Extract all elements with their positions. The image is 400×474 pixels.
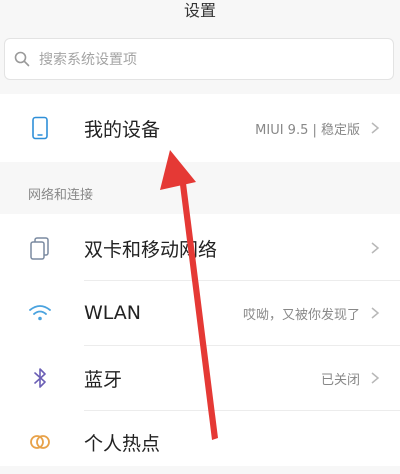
- wlan-label: WLAN: [84, 302, 142, 324]
- bluetooth-label: 蓝牙: [84, 368, 123, 391]
- search-placeholder: 搜索系统设置项: [39, 52, 137, 68]
- bluetooth-value: 已关闭: [320, 372, 360, 388]
- chevron-right-icon: [371, 307, 380, 319]
- wifi-icon: [26, 299, 54, 327]
- section-header-network: 网络和连接: [28, 188, 94, 203]
- wlan-item[interactable]: WLAN 哎呦，又被你发现了: [0, 281, 400, 345]
- phone-icon: [26, 114, 54, 142]
- my-device-value: MIUI 9.5 | 稳定版: [255, 122, 360, 138]
- sim-card-icon: [26, 234, 54, 262]
- search-icon: [5, 38, 39, 80]
- my-device-item[interactable]: 我的设备 MIUI 9.5 | 稳定版: [0, 96, 400, 160]
- hotspot-item[interactable]: 个人热点: [0, 410, 400, 474]
- bluetooth-icon: [26, 364, 54, 392]
- my-device-label: 我的设备: [84, 118, 161, 141]
- page-title: 设置: [183, 1, 216, 20]
- chevron-right-icon: [371, 122, 380, 134]
- device-group: 我的设备 MIUI 9.5 | 稳定版: [0, 94, 400, 162]
- sim-mobile-network-label: 双卡和移动网络: [84, 238, 218, 261]
- sim-mobile-network-item[interactable]: 双卡和移动网络: [0, 216, 400, 280]
- wlan-value: 哎呦，又被你发现了: [242, 307, 360, 323]
- chevron-right-icon: [371, 372, 380, 384]
- search-bar[interactable]: 搜索系统设置项: [4, 38, 394, 80]
- bluetooth-item[interactable]: 蓝牙 已关闭: [0, 346, 400, 410]
- chevron-right-icon: [371, 242, 380, 254]
- hotspot-label: 个人热点: [84, 432, 161, 455]
- hotspot-icon: [26, 428, 54, 456]
- network-group: 双卡和移动网络 WLAN 哎呦，又被你发现了 蓝牙 已关闭 个人热点: [0, 214, 400, 466]
